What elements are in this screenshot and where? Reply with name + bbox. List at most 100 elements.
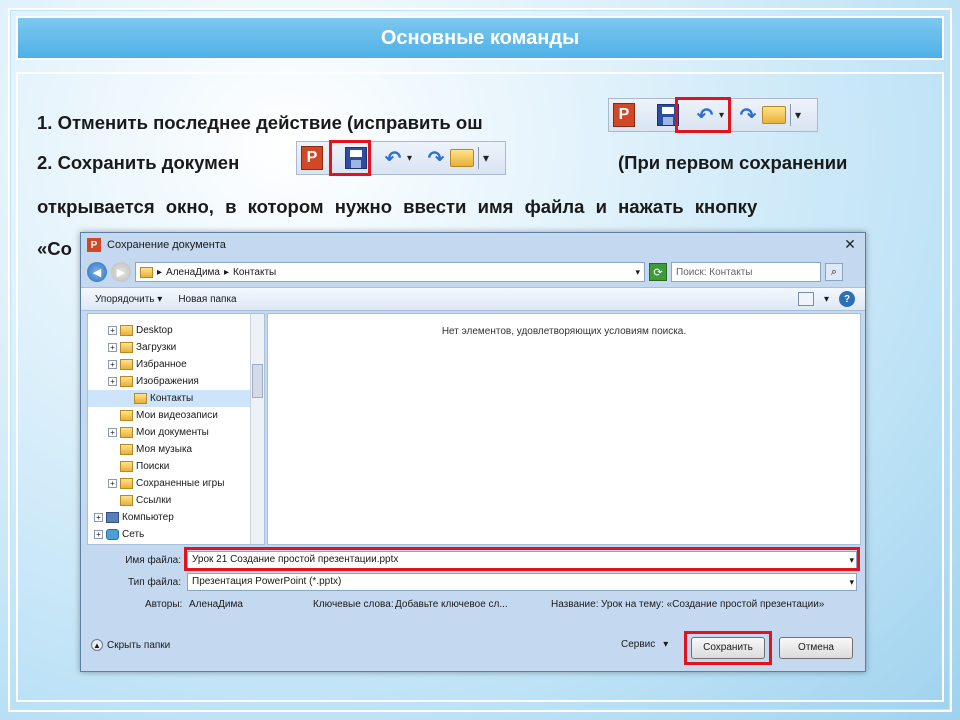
dialog-toolbar: Упорядочить ▾ Новая папка ▾ ?	[81, 287, 865, 311]
powerpoint-logo-icon: P	[87, 238, 101, 252]
powerpoint-logo-icon[interactable]: P	[301, 146, 323, 170]
instruction-line-3: открывается окно, в котором нужно ввести…	[37, 196, 758, 217]
chevron-down-icon[interactable]: ▾	[635, 267, 640, 278]
view-options-icon[interactable]	[797, 292, 814, 306]
tree-item-label: Моя музыка	[136, 444, 193, 455]
search-icon[interactable]: ⌕	[825, 263, 843, 281]
redo-icon[interactable]: ↷	[738, 103, 758, 128]
refresh-icon[interactable]: ⟳	[649, 263, 667, 281]
tree-item[interactable]: + Компьютер	[94, 509, 174, 526]
tree-item[interactable]: + Изображения	[108, 373, 199, 390]
expand-icon[interactable]: +	[108, 360, 117, 369]
tree-item[interactable]: + Избранное	[108, 356, 187, 373]
toolbar-separator	[790, 104, 792, 126]
expand-icon[interactable]: +	[108, 428, 117, 437]
tree-item[interactable]: + Desktop	[108, 322, 173, 339]
view-dropdown-icon[interactable]: ▾	[824, 294, 829, 305]
customize-toolbar-icon[interactable]: ▾	[795, 108, 801, 122]
path-separator: ▸	[223, 266, 230, 278]
expand-icon[interactable]: +	[108, 479, 117, 488]
breadcrumb-alenadima[interactable]: АленаДима	[166, 267, 220, 278]
folder-icon	[120, 410, 133, 421]
tree-item[interactable]: Ссылки	[108, 492, 171, 509]
tree-item[interactable]: Поиски	[108, 458, 169, 475]
computer-icon	[106, 512, 119, 523]
expand-icon[interactable]: +	[94, 513, 103, 522]
undo-dropdown-icon[interactable]: ▾	[407, 153, 412, 164]
close-icon[interactable]: ✕	[841, 236, 859, 252]
undo-icon[interactable]: ↶	[383, 146, 403, 171]
search-input[interactable]: Поиск: Контакты	[671, 262, 821, 282]
address-bar[interactable]: ▸ АленаДима ▸ Контакты ▾	[135, 262, 645, 282]
save-button-highlight	[684, 631, 772, 665]
tree-item[interactable]: + Сеть	[94, 526, 144, 543]
folder-icon	[120, 444, 133, 455]
filename-highlight	[184, 547, 860, 571]
back-arrow-icon[interactable]: ◀	[87, 262, 107, 282]
undo-highlight	[675, 97, 731, 133]
expand-icon[interactable]: +	[108, 377, 117, 386]
chevron-down-icon[interactable]: ▾	[849, 574, 854, 590]
redo-icon[interactable]: ↷	[426, 146, 446, 171]
instruction-line-4: «Со	[37, 238, 72, 259]
folder-icon	[120, 359, 133, 370]
folder-icon	[120, 427, 133, 438]
folder-icon	[134, 393, 147, 404]
tree-item-label: Компьютер	[122, 512, 174, 523]
folder-icon	[120, 461, 133, 472]
tree-item[interactable]: + Мои документы	[108, 424, 209, 441]
tree-item-label: Избранное	[136, 359, 187, 370]
tree-item[interactable]: + Загрузки	[108, 339, 176, 356]
dialog-titlebar[interactable]: P Сохранение документа	[81, 233, 865, 257]
title-value[interactable]: Урок на тему: «Создание простой презента…	[601, 599, 824, 610]
keywords-label: Ключевые слова:	[313, 599, 394, 610]
open-folder-icon[interactable]	[762, 106, 787, 124]
scrollbar-thumb[interactable]	[252, 364, 263, 398]
tree-item-label: Поиски	[136, 461, 170, 472]
path-separator: ▸	[157, 266, 163, 278]
toolbar-separator	[478, 147, 480, 169]
help-icon[interactable]: ?	[839, 291, 855, 307]
tree-item[interactable]: +Панель управления	[94, 543, 214, 544]
tree-item[interactable]: Мои видеозаписи	[108, 407, 218, 424]
instruction-line-2: 2. Сохранить докумен	[37, 152, 240, 173]
instruction-line-1: 1. Отменить последнее действие (исправит…	[37, 112, 483, 133]
tree-scrollbar[interactable]	[250, 314, 264, 544]
quick-access-toolbar-save: P ↶ ▾ ↷ ▾	[296, 141, 506, 175]
tree-item[interactable]: Контакты	[88, 390, 251, 407]
forward-arrow-icon[interactable]: ▶	[111, 262, 131, 282]
folder-icon	[120, 376, 133, 387]
authors-label: Авторы:	[145, 599, 183, 610]
expand-icon[interactable]: +	[94, 530, 103, 539]
tree-item-label: Сохраненные игры	[136, 478, 225, 489]
customize-toolbar-icon[interactable]: ▾	[483, 151, 489, 165]
metadata-row: Авторы: АленаДима Ключевые слова: Добавь…	[81, 599, 865, 615]
filename-label: Имя файла:	[125, 555, 181, 566]
tree-item-label: Desktop	[136, 325, 173, 336]
hide-folders-button[interactable]: ▲ Скрыть папки	[91, 639, 170, 651]
filetype-select[interactable]: Презентация PowerPoint (*.pptx) ▾	[187, 573, 857, 591]
organize-menu[interactable]: Упорядочить ▾	[95, 294, 162, 305]
authors-value[interactable]: АленаДима	[189, 599, 243, 610]
expand-icon[interactable]: +	[108, 326, 117, 335]
network-icon	[106, 529, 119, 540]
tree-item[interactable]: Моя музыка	[108, 441, 192, 458]
open-folder-icon[interactable]	[450, 149, 475, 167]
tree-item-label: Мои документы	[136, 427, 209, 438]
folder-icon	[120, 478, 133, 489]
tree-item[interactable]: + Сохраненные игры	[108, 475, 224, 492]
cancel-button[interactable]: Отмена	[779, 637, 853, 659]
breadcrumb-contacts[interactable]: Контакты	[233, 267, 276, 278]
instruction-line-2-suffix: (При первом сохранении	[618, 152, 848, 173]
keywords-value[interactable]: Добавьте ключевое сл...	[395, 599, 508, 610]
tree-item-label: Изображения	[136, 376, 199, 387]
file-list[interactable]: Нет элементов, удовлетворяющих условиям …	[267, 313, 861, 545]
folder-icon	[120, 325, 133, 336]
tree-item-label: Сеть	[122, 529, 145, 540]
new-folder-button[interactable]: Новая папка	[178, 294, 236, 305]
powerpoint-logo-icon[interactable]: P	[613, 103, 635, 127]
service-menu[interactable]: Сервис ▾	[621, 639, 668, 650]
tree-item-label: Ссылки	[136, 495, 172, 506]
expand-icon[interactable]: +	[108, 343, 117, 352]
title-label: Название:	[551, 599, 599, 610]
